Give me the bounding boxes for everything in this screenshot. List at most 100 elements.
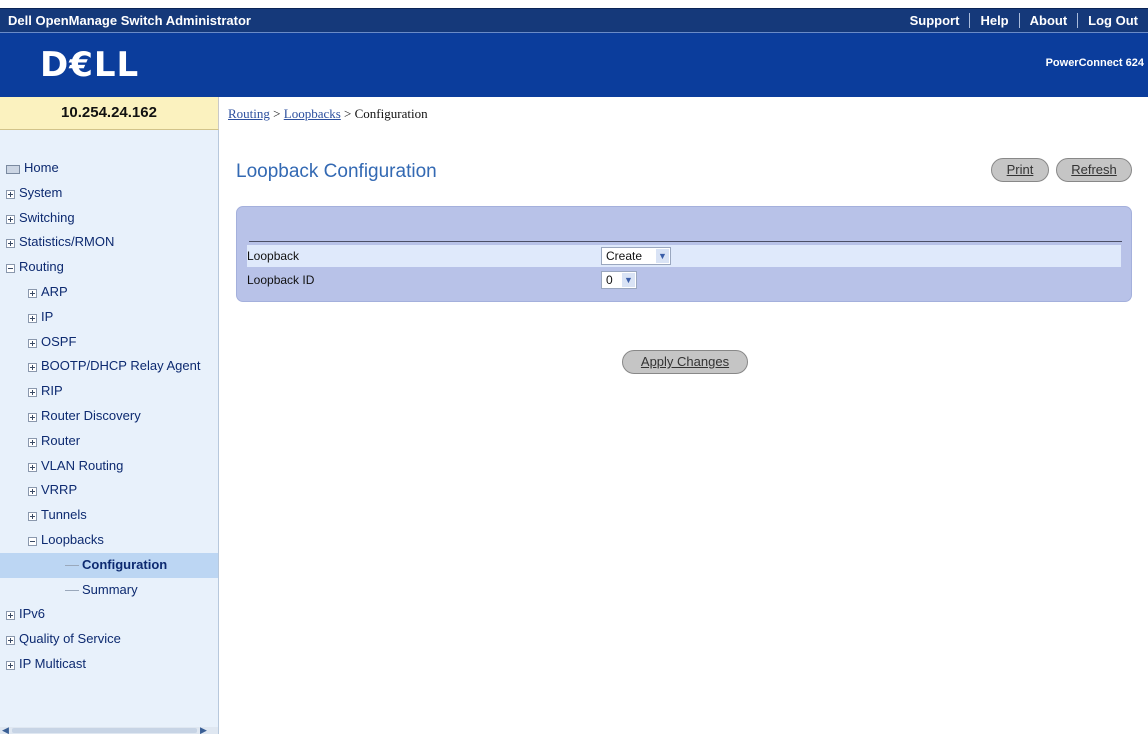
sidebar-item-tunnels[interactable]: Tunnels bbox=[0, 503, 218, 528]
sidebar-item-bootp-dhcp-relay[interactable]: BOOTP/DHCP Relay Agent bbox=[0, 354, 218, 379]
sidebar-item-label: IP Multicast bbox=[19, 655, 86, 671]
sidebar: Home System Switching Statistics/RMON Ro… bbox=[0, 130, 219, 734]
sidebar-item-label: IPv6 bbox=[19, 606, 46, 622]
sidebar-item-routing[interactable]: Routing bbox=[0, 255, 218, 280]
sidebar-item-label: Switching bbox=[19, 209, 75, 225]
app-title: Dell OpenManage Switch Administrator bbox=[8, 13, 251, 28]
sidebar-item-ip[interactable]: IP bbox=[0, 305, 218, 330]
sidebar-item-label: Router bbox=[41, 432, 81, 448]
expand-icon[interactable] bbox=[28, 512, 37, 522]
top-links: Support Help About Log Out bbox=[900, 9, 1148, 32]
title-bar: Dell OpenManage Switch Administrator Sup… bbox=[0, 8, 1148, 33]
expand-icon[interactable] bbox=[28, 462, 37, 472]
sidebar-item-label: IP bbox=[41, 308, 54, 324]
sidebar-item-rip[interactable]: RIP bbox=[0, 379, 218, 404]
sidebar-item-system[interactable]: System bbox=[0, 181, 218, 206]
expand-icon[interactable] bbox=[28, 288, 37, 298]
expand-icon[interactable] bbox=[28, 338, 37, 348]
nav-tree: Home System Switching Statistics/RMON Ro… bbox=[0, 156, 218, 677]
sidebar-item-router[interactable]: Router bbox=[0, 429, 218, 454]
sidebar-item-ipv6[interactable]: IPv6 bbox=[0, 602, 218, 627]
scroll-thumb[interactable] bbox=[12, 728, 197, 733]
expand-icon[interactable] bbox=[28, 437, 37, 447]
support-link[interactable]: Support bbox=[900, 13, 970, 28]
loopback-id-row: Loopback ID 0 ▼ bbox=[247, 269, 1121, 291]
loopback-select[interactable]: Create ▼ bbox=[601, 247, 671, 265]
page-title: Loopback Configuration bbox=[236, 161, 437, 182]
breadcrumb-routing[interactable]: Routing bbox=[228, 106, 270, 121]
expand-icon[interactable] bbox=[28, 487, 37, 497]
sidebar-item-label: Statistics/RMON bbox=[19, 234, 115, 250]
expand-icon[interactable] bbox=[6, 636, 15, 646]
sidebar-item-summary[interactable]: Summary bbox=[0, 578, 218, 603]
expand-icon[interactable] bbox=[6, 189, 15, 199]
sidebar-item-label: RIP bbox=[41, 383, 63, 399]
expand-icon[interactable] bbox=[6, 214, 15, 224]
sidebar-item-label: Home bbox=[24, 160, 59, 175]
help-link[interactable]: Help bbox=[969, 13, 1018, 28]
sidebar-item-label: Tunnels bbox=[41, 507, 87, 523]
expand-icon[interactable] bbox=[28, 388, 37, 398]
sidebar-item-configuration[interactable]: Configuration bbox=[0, 552, 218, 578]
sidebar-item-label: System bbox=[19, 184, 63, 200]
sidebar-item-vrrp[interactable]: VRRP bbox=[0, 478, 218, 503]
sidebar-item-router-discovery[interactable]: Router Discovery bbox=[0, 404, 218, 429]
sidebar-item-label: BOOTP/DHCP Relay Agent bbox=[41, 358, 201, 374]
loopback-id-select[interactable]: 0 ▼ bbox=[601, 271, 637, 289]
loopback-row: Loopback Create ▼ bbox=[247, 245, 1121, 267]
loopback-id-label: Loopback ID bbox=[247, 273, 315, 287]
top-strip bbox=[0, 0, 1148, 8]
breadcrumb-current: Configuration bbox=[354, 106, 428, 121]
breadcrumb-separator: > bbox=[340, 106, 355, 121]
loopback-label: Loopback bbox=[247, 249, 300, 263]
sidebar-item-statistics-rmon[interactable]: Statistics/RMON bbox=[0, 230, 218, 255]
chevron-down-icon: ▼ bbox=[656, 249, 669, 263]
ip-address-box: 10.254.24.162 bbox=[0, 97, 219, 130]
sidebar-item-arp[interactable]: ARP bbox=[0, 280, 218, 305]
sidebar-item-switching[interactable]: Switching bbox=[0, 206, 218, 231]
expand-icon[interactable] bbox=[28, 313, 37, 323]
sidebar-item-label: Router Discovery bbox=[41, 407, 141, 423]
log-out-link[interactable]: Log Out bbox=[1077, 13, 1148, 28]
sidebar-item-label: VRRP bbox=[41, 482, 78, 498]
sidebar-item-vlan-routing[interactable]: VLAN Routing bbox=[0, 454, 218, 479]
ip-address: 10.254.24.162 bbox=[61, 104, 157, 121]
print-button[interactable]: Print bbox=[991, 158, 1049, 182]
expand-icon[interactable] bbox=[28, 412, 37, 422]
sidebar-item-label: ARP bbox=[41, 283, 68, 299]
expand-icon[interactable] bbox=[6, 239, 15, 249]
collapse-icon[interactable] bbox=[6, 264, 15, 274]
sidebar-item-label: VLAN Routing bbox=[41, 457, 124, 473]
refresh-button[interactable]: Refresh bbox=[1056, 158, 1132, 182]
product-name: PowerConnect 624 bbox=[1045, 57, 1144, 69]
sidebar-item-ip-multicast[interactable]: IP Multicast bbox=[0, 652, 218, 677]
sidebar-item-ospf[interactable]: OSPF bbox=[0, 330, 218, 355]
about-link[interactable]: About bbox=[1018, 13, 1078, 28]
breadcrumb-loopbacks[interactable]: Loopbacks bbox=[284, 106, 341, 121]
sidebar-item-label: Configuration bbox=[82, 556, 168, 572]
scroll-left-icon[interactable]: ◀ bbox=[2, 726, 10, 734]
sidebar-item-label: Loopbacks bbox=[41, 531, 104, 547]
sidebar-item-loopbacks[interactable]: Loopbacks bbox=[0, 528, 218, 553]
breadcrumb-separator: > bbox=[269, 106, 284, 121]
brand-bar: D€LL PowerConnect 624 bbox=[0, 33, 1148, 97]
config-panel: Loopback Create ▼ Loopback ID 0 ▼ bbox=[236, 206, 1132, 302]
sidebar-item-label: Summary bbox=[82, 581, 138, 597]
dell-logo: D€LL bbox=[40, 45, 140, 85]
tree-connector bbox=[65, 589, 79, 591]
sidebar-item-label: Routing bbox=[19, 259, 64, 275]
loopback-id-select-value: 0 bbox=[606, 273, 613, 287]
expand-icon[interactable] bbox=[6, 660, 15, 670]
scroll-right-icon[interactable]: ▶ bbox=[200, 726, 208, 734]
expand-icon[interactable] bbox=[6, 611, 15, 621]
tree-connector bbox=[65, 564, 79, 566]
sidebar-item-home[interactable]: Home bbox=[0, 156, 218, 181]
collapse-icon[interactable] bbox=[28, 536, 37, 546]
sidebar-item-label: OSPF bbox=[41, 333, 77, 349]
breadcrumb: Routing > Loopbacks > Configuration bbox=[228, 106, 428, 122]
horizontal-scrollbar[interactable]: ◀ ▶ bbox=[0, 726, 218, 734]
sidebar-item-quality-of-service[interactable]: Quality of Service bbox=[0, 627, 218, 652]
chevron-down-icon: ▼ bbox=[622, 273, 635, 287]
expand-icon[interactable] bbox=[28, 363, 37, 373]
apply-changes-button[interactable]: Apply Changes bbox=[622, 350, 748, 374]
